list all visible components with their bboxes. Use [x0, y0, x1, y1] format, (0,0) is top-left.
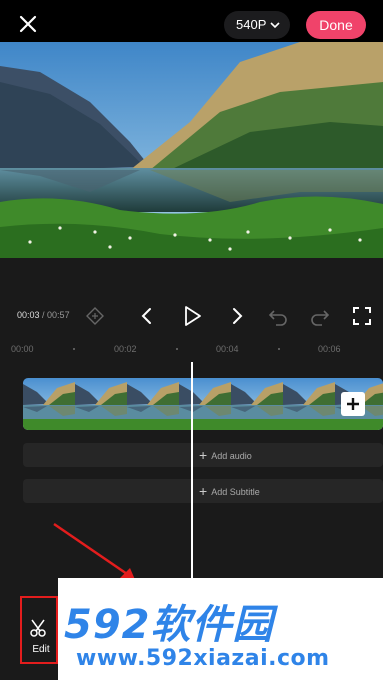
add-subtitle-text: Add Subtitle — [211, 487, 260, 497]
time-readout: 00:03 / 00:57 — [17, 310, 70, 320]
ruler-label: 00:02 — [114, 344, 137, 354]
play-button[interactable] — [180, 304, 204, 328]
ruler-label: 00:04 — [216, 344, 239, 354]
resolution-label: 540P — [236, 17, 267, 32]
preview-image — [0, 42, 383, 258]
current-time: 00:03 — [17, 310, 40, 320]
plus-icon: + — [199, 483, 208, 499]
playhead[interactable] — [191, 362, 193, 582]
chevron-right-icon — [233, 308, 243, 324]
plus-icon — [347, 398, 359, 410]
ruler-label: 00:06 — [318, 344, 341, 354]
close-button[interactable] — [14, 10, 42, 38]
edit-label: Edit — [32, 644, 50, 655]
scissors-icon — [30, 619, 46, 637]
add-clip-button[interactable] — [341, 392, 365, 416]
chevron-left-icon — [141, 308, 151, 324]
playback-controls: 00:03 / 00:57 — [0, 296, 383, 336]
edit-tool-button[interactable]: Edit — [20, 596, 58, 664]
redo-icon — [311, 310, 330, 326]
fullscreen-button[interactable] — [350, 304, 374, 328]
watermark-brand: 592软件园 — [64, 602, 274, 648]
ruler-label: 00:00 — [11, 344, 34, 354]
ruler-dot — [73, 348, 75, 350]
undo-icon — [268, 310, 287, 326]
resolution-selector[interactable]: 540P — [224, 11, 290, 39]
add-audio-track[interactable]: + Add audio — [23, 443, 383, 467]
time-ruler: 00:00 00:02 00:04 00:06 — [0, 338, 383, 362]
previous-frame-button[interactable] — [135, 304, 159, 328]
plus-icon: + — [199, 447, 208, 463]
play-icon — [185, 306, 201, 326]
next-frame-button[interactable] — [225, 304, 249, 328]
redo-button[interactable] — [308, 304, 332, 328]
fullscreen-icon — [353, 307, 371, 325]
ruler-dot — [278, 348, 280, 350]
add-subtitle-track[interactable]: + Add Subtitle — [23, 479, 383, 503]
add-audio-label: + Add audio — [199, 443, 252, 468]
total-time: / 00:57 — [42, 310, 70, 320]
watermark: 592软件园 www.592xiazai.com — [58, 578, 383, 680]
watermark-url: www.592xiazai.com — [76, 646, 330, 671]
keyframe-button[interactable] — [83, 304, 107, 328]
close-icon — [19, 15, 37, 33]
undo-button[interactable] — [266, 304, 290, 328]
chevron-down-icon — [270, 22, 280, 29]
add-subtitle-label: + Add Subtitle — [199, 479, 260, 504]
top-bar: 540P Done — [0, 0, 383, 46]
add-audio-text: Add audio — [211, 451, 252, 461]
video-clip[interactable] — [23, 378, 383, 430]
video-preview[interactable] — [0, 42, 383, 258]
done-button[interactable]: Done — [306, 11, 366, 39]
clip-thumbnails — [23, 378, 383, 430]
ruler-dot — [176, 348, 178, 350]
keyframe-icon — [86, 307, 104, 325]
